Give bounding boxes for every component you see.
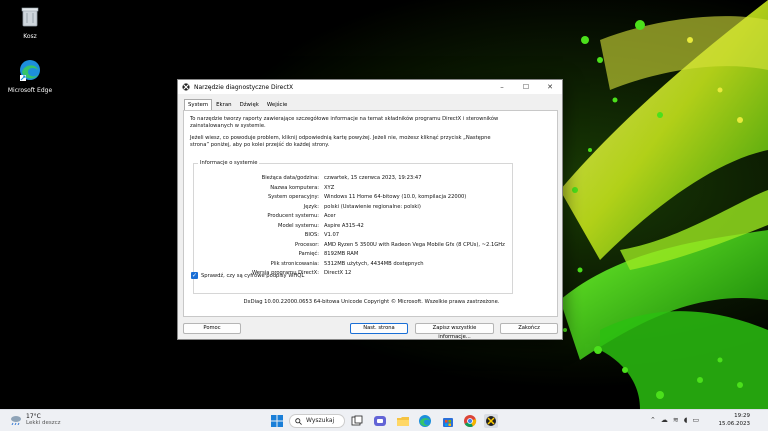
file-explorer-icon[interactable] <box>396 414 410 428</box>
info-row-bios: BIOS: V1.07 <box>194 232 514 239</box>
info-row-computer-name: Nazwa komputera: XYZ <box>194 185 514 192</box>
intro-text: To narzędzie tworzy raporty zawierające … <box>190 116 499 129</box>
clock-time: 19:29 <box>734 413 750 419</box>
info-row-os: System operacyjny: Windows 11 Home 64-bit… <box>194 194 514 201</box>
info-label: System operacyjny: <box>267 194 319 200</box>
info-value: XYZ <box>324 184 335 191</box>
info-row-pagefile: Plik stronicowania: 5312MB użytych, 4434M… <box>194 261 514 268</box>
info-value: Acer <box>324 213 336 219</box>
cloud-icon[interactable]: ☁ <box>661 416 668 424</box>
save-all-info-button[interactable]: Zapisz wszystkie informacje... <box>415 323 494 340</box>
minimize-button[interactable]: – <box>490 80 514 94</box>
copyright-text: DxDiag 10.00.22000.0653 64-bitowa Unicod… <box>243 299 500 305</box>
task-view-icon[interactable] <box>350 414 364 428</box>
weather-temp: 17°C <box>26 413 41 420</box>
desktop-icon-label: Microsoft Edge <box>7 87 53 94</box>
maximize-button[interactable]: ☐ <box>514 80 538 94</box>
dxdiag-window: Narzędzie diagnostyczne DirectX – ☐ ✕ Sy… <box>177 79 563 340</box>
info-row-datetime: Bieżąca data/godzina: czwartek, 15 czerwc… <box>194 175 514 182</box>
system-tray: ⌃ ☁ ≋ ◖ ▭ <box>650 416 699 424</box>
info-value: Aspire A315-42 <box>324 222 364 229</box>
edge-shortcut-icon[interactable]: Microsoft Edge <box>0 58 60 95</box>
info-value: czwartek, 15 czerwca 2023, 19:23:47 <box>324 175 422 181</box>
edge-taskbar-icon[interactable] <box>418 414 432 428</box>
dxdiag-taskbar-icon[interactable] <box>484 414 498 428</box>
start-button[interactable] <box>270 414 284 428</box>
weather-desc: Lekki deszcz <box>26 420 61 426</box>
info-row-processor: Procesor: AMD Ryzen 5 3500U with Radeon V… <box>194 242 514 249</box>
info-row-manufacturer: Producent systemu: Acer <box>194 213 514 220</box>
battery-icon[interactable]: ▭ <box>692 416 699 424</box>
group-label: Informacje o systemie <box>198 160 260 166</box>
title-bar[interactable]: Narzędzie diagnostyczne DirectX – ☐ ✕ <box>178 80 562 94</box>
info-label: Procesor: <box>295 241 319 248</box>
info-label: Model systemu: <box>277 222 319 229</box>
search-label: Wyszukaj <box>306 417 335 424</box>
info-label: Bieżąca data/godzina: <box>261 175 319 181</box>
exit-button[interactable]: Zakończ <box>500 323 558 334</box>
edge-icon <box>20 60 40 81</box>
info-value: AMD Ryzen 5 3500U with Radeon Vega Mobil… <box>324 241 505 248</box>
recycle-bin-icon[interactable]: Kosz <box>0 4 60 41</box>
info-label: Język: <box>303 203 319 210</box>
desktop: Kosz Microsoft Edge Narzędzie diagnostyc… <box>0 0 768 409</box>
info-label: BIOS: <box>304 232 319 238</box>
next-page-button[interactable]: Nast. strona <box>350 323 408 334</box>
clock[interactable]: 19:29 15.06.2023 <box>714 412 751 428</box>
trash-icon <box>21 7 39 27</box>
info-value: 5312MB użytych, 4434MB dostępnych <box>324 260 424 267</box>
weather-widget[interactable]: 17°C Lekki deszcz <box>10 413 61 426</box>
info-row-memory: Pamięć: 8192MB RAM <box>194 251 514 258</box>
info-value: Windows 11 Home 64-bitowy (10.0, kompila… <box>324 194 467 200</box>
desktop-icon-label: Kosz <box>23 33 37 40</box>
rain-cloud-icon <box>11 415 21 425</box>
speaker-icon[interactable]: ◖ <box>684 416 688 424</box>
info-label: Producent systemu: <box>267 213 319 219</box>
whql-checkbox[interactable]: ✓ Sprawdź, czy są cyfrowe podpisy WHQL <box>191 272 304 279</box>
info-label: Nazwa komputera: <box>270 184 319 191</box>
system-tab-panel: To narzędzie tworzy raporty zawierające … <box>183 110 558 317</box>
taskbar: 17°C Lekki deszcz Wyszukaj ⌃ ☁ ≋ ◖ ▭ 19:… <box>0 409 768 431</box>
dxdiag-app-icon <box>182 83 190 91</box>
chevron-up-icon[interactable]: ⌃ <box>650 416 656 424</box>
store-icon[interactable] <box>441 414 455 428</box>
info-value: V1.07 <box>324 232 340 238</box>
clock-date: 15.06.2023 <box>718 421 751 427</box>
whql-label: Sprawdź, czy są cyfrowe podpisy WHQL <box>201 272 305 279</box>
wifi-icon[interactable]: ≋ <box>673 416 679 424</box>
instructions-text: Jeżeli wiesz, co powoduje problem, klikn… <box>190 135 491 148</box>
close-window-button[interactable]: ✕ <box>538 80 562 94</box>
info-value: polski (Ustawienie regionalne: polski) <box>324 203 421 210</box>
window-title: Narzędzie diagnostyczne DirectX <box>194 83 294 91</box>
teams-chat-icon[interactable] <box>373 414 387 428</box>
info-row-model: Model systemu: Aspire A315-42 <box>194 223 514 230</box>
help-button[interactable]: Pomoc <box>183 323 241 334</box>
checkmark-icon[interactable]: ✓ <box>191 272 198 279</box>
info-value: DirectX 12 <box>324 270 352 276</box>
info-row-language: Język: polski (Ustawienie regionalne: pol… <box>194 204 514 211</box>
info-value: 8192MB RAM <box>324 251 359 257</box>
info-label: Plik stronicowania: <box>270 260 319 267</box>
search-icon <box>295 418 302 425</box>
info-label: Pamięć: <box>298 251 319 257</box>
chrome-icon[interactable] <box>463 414 477 428</box>
taskbar-search[interactable]: Wyszukaj <box>289 414 345 428</box>
